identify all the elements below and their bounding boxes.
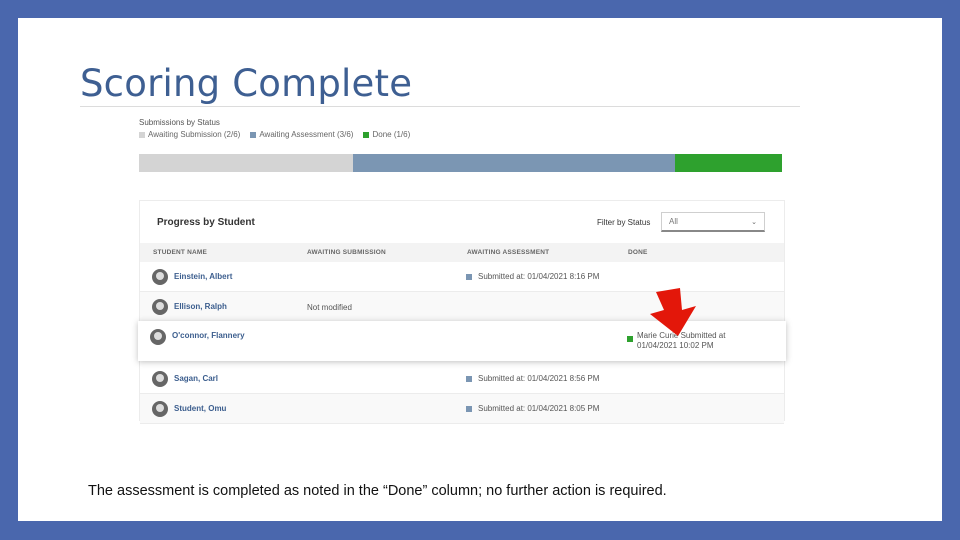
- table-header: STUDENT NAME AWAITING SUBMISSION AWAITIN…: [140, 243, 784, 262]
- table-row: Sagan, Carl Submitted at: 01/04/2021 8:5…: [140, 364, 784, 394]
- student-name-link[interactable]: Student, Omu: [174, 404, 226, 413]
- assessment-cell: Submitted at: 01/04/2021 8:05 PM: [466, 404, 599, 413]
- student-name-link[interactable]: Sagan, Carl: [174, 374, 218, 383]
- submitted-text: Submitted at: 01/04/2021 8:16 PM: [478, 272, 600, 281]
- legend-label: Awaiting Assessment (3/6): [259, 130, 354, 139]
- status-bar-segment: [674, 154, 782, 172]
- status-heading: Submissions by Status: [139, 118, 220, 127]
- chevron-down-icon: ⌄: [751, 218, 757, 226]
- submitted-text: Submitted at: 01/04/2021 8:05 PM: [478, 404, 600, 413]
- status-progress-bar: [139, 154, 782, 172]
- status-bar-segment: [353, 154, 675, 172]
- avatar: [152, 299, 168, 315]
- panel-header: Progress by Student Filter by Status All…: [140, 201, 784, 243]
- submission-cell: Not modified: [307, 303, 352, 312]
- title-divider: [80, 106, 800, 107]
- legend-label: Done (1/6): [372, 130, 411, 139]
- table-row: Student, Omu Submitted at: 01/04/2021 8:…: [140, 394, 784, 424]
- legend-label: Awaiting Submission (2/6): [148, 130, 241, 139]
- arrow-shape: [650, 288, 696, 336]
- status-marker: [466, 405, 472, 412]
- column-header-awaiting-assessment: AWAITING ASSESSMENT: [467, 249, 550, 256]
- column-header-student-name: STUDENT NAME: [153, 249, 208, 256]
- student-name-link[interactable]: O'connor, Flannery: [172, 331, 245, 340]
- red-arrow-icon: [650, 288, 696, 336]
- legend-swatch: [363, 131, 370, 138]
- status-marker: [466, 273, 472, 280]
- avatar: [152, 269, 168, 285]
- status-marker: [466, 375, 472, 382]
- legend-swatch: [139, 131, 145, 138]
- panel-title: Progress by Student: [157, 217, 255, 228]
- done-text-line2: 01/04/2021 10:02 PM: [637, 341, 714, 350]
- slide-caption: The assessment is completed as noted in …: [88, 483, 667, 499]
- assessment-cell: Submitted at: 01/04/2021 8:16 PM: [466, 272, 599, 281]
- legend-awaiting-submission: Awaiting Submission (2/6): [139, 130, 240, 139]
- student-name-link[interactable]: Einstein, Albert: [174, 272, 232, 281]
- column-header-done: DONE: [628, 249, 648, 256]
- student-name-link[interactable]: Ellison, Ralph: [174, 302, 227, 311]
- avatar: [152, 401, 168, 417]
- filter-status-select[interactable]: All ⌄: [661, 212, 765, 232]
- submissions-by-status: Submissions by Status Awaiting Submissio…: [139, 118, 783, 139]
- avatar: [150, 329, 166, 345]
- submitted-text: Submitted at: 01/04/2021 8:56 PM: [478, 374, 600, 383]
- status-bar-segment: [139, 154, 354, 172]
- slide-title: Scoring Complete: [80, 62, 413, 105]
- legend-swatch: [250, 131, 257, 138]
- column-header-awaiting-submission: AWAITING SUBMISSION: [307, 249, 386, 256]
- legend-done: Done (1/6): [363, 130, 410, 139]
- filter-value: All: [669, 217, 678, 226]
- filter-label: Filter by Status: [597, 218, 651, 227]
- assessment-cell: Submitted at: 01/04/2021 8:56 PM: [466, 374, 599, 383]
- avatar: [152, 371, 168, 387]
- status-legend: Awaiting Submission (2/6) Awaiting Asses…: [139, 130, 783, 139]
- status-marker: [627, 336, 633, 342]
- legend-awaiting-assessment: Awaiting Assessment (3/6): [250, 130, 353, 139]
